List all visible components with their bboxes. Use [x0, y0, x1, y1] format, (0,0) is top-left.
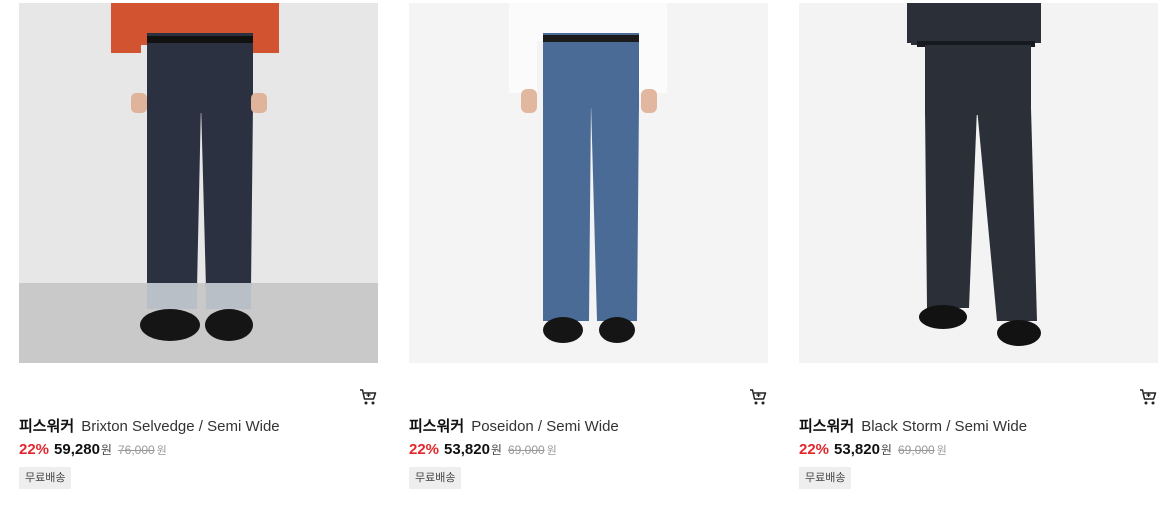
add-to-cart-button[interactable]: [749, 388, 767, 406]
product-image[interactable]: [19, 3, 378, 363]
product-name: Poseidon / Semi Wide: [471, 418, 619, 435]
free-shipping-badge: 무료배송: [409, 467, 462, 489]
product-card[interactable]: 피스워커 Poseidon / Semi Wide 22% 53,820원 69,00…: [409, 0, 779, 505]
currency-label: 원: [880, 443, 892, 457]
currency-label: 원: [490, 443, 502, 457]
original-currency-label: 원: [546, 445, 557, 457]
price-row: 22% 53,820원 69,000 원: [409, 440, 557, 460]
product-card[interactable]: 피스워커 Brixton Selvedge / Semi Wide 22% 59,2…: [19, 0, 389, 505]
original-price: 76,000: [117, 443, 155, 457]
sale-price: 53,820: [444, 441, 490, 458]
brand-name: 피스워커: [19, 418, 75, 435]
product-grid: 피스워커 Brixton Selvedge / Semi Wide 22% 59,2…: [0, 0, 1175, 505]
cart-icon: [360, 389, 377, 405]
product-card[interactable]: 피스워커 Black Storm / Semi Wide 22% 53,820원 69…: [799, 0, 1169, 505]
discount-rate: 22%: [19, 441, 50, 458]
product-title[interactable]: 피스워커 Poseidon / Semi Wide: [409, 417, 619, 437]
original-price: 69,000: [897, 443, 935, 457]
sale-price: 53,820: [834, 441, 880, 458]
add-to-cart-button[interactable]: [359, 388, 377, 406]
price-row: 22% 59,280원 76,000 원: [19, 440, 167, 460]
product-title[interactable]: 피스워커 Black Storm / Semi Wide: [799, 417, 1027, 437]
discount-rate: 22%: [409, 441, 440, 458]
add-to-cart-button[interactable]: [1139, 388, 1157, 406]
sale-price: 59,280: [54, 441, 100, 458]
product-image[interactable]: [409, 3, 768, 363]
brand-name: 피스워커: [799, 418, 855, 435]
currency-label: 원: [100, 443, 112, 457]
original-price: 69,000: [507, 443, 545, 457]
cart-icon: [1140, 389, 1157, 405]
original-currency-label: 원: [936, 445, 947, 457]
price-row: 22% 53,820원 69,000 원: [799, 440, 947, 460]
product-title[interactable]: 피스워커 Brixton Selvedge / Semi Wide: [19, 417, 280, 437]
discount-rate: 22%: [799, 441, 830, 458]
free-shipping-badge: 무료배송: [19, 467, 72, 489]
product-name: Brixton Selvedge / Semi Wide: [81, 418, 280, 435]
brand-name: 피스워커: [409, 418, 465, 435]
free-shipping-badge: 무료배송: [799, 467, 852, 489]
cart-icon: [750, 389, 767, 405]
original-currency-label: 원: [156, 445, 167, 457]
product-name: Black Storm / Semi Wide: [861, 418, 1028, 435]
product-image[interactable]: [799, 3, 1158, 363]
